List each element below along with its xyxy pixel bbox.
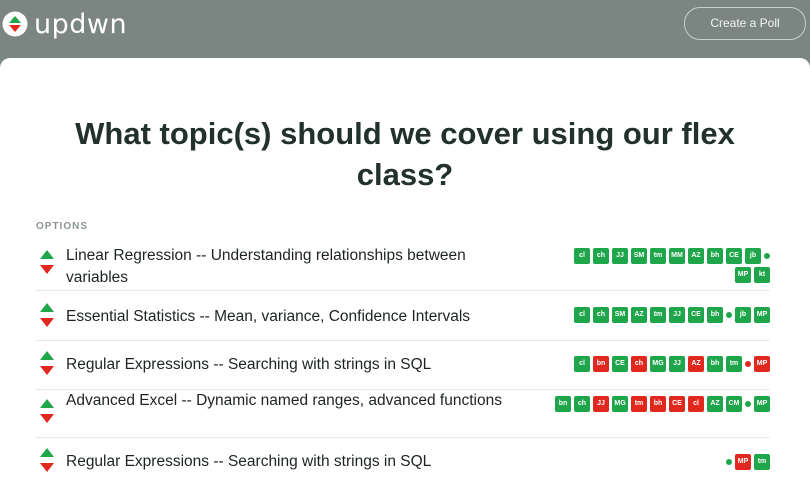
voter-badge: tm xyxy=(754,454,770,470)
voter-badges: cl ch JJ SM tm MM AZ bh CE jb MP kt xyxy=(558,248,770,283)
updwn-logo-icon xyxy=(2,11,28,37)
voter-badge: CE xyxy=(726,248,742,264)
voter-badge: JJ xyxy=(669,307,685,323)
downvote-arrow-icon[interactable] xyxy=(40,463,54,472)
voter-badge: tm xyxy=(650,307,666,323)
voter-dot xyxy=(726,312,732,318)
vote-controls xyxy=(40,250,54,274)
voter-badge: bh xyxy=(707,356,723,372)
voter-badge: AZ xyxy=(631,307,647,323)
option-text: Linear Regression -- Understanding relat… xyxy=(66,247,466,286)
voter-badges: cl bn CE ch MG JJ AZ bh tm MP xyxy=(550,356,770,372)
voter-dot xyxy=(745,401,751,407)
voter-badge: cl xyxy=(574,248,590,264)
voter-badge: CE xyxy=(612,356,628,372)
voter-badge: CM xyxy=(726,396,742,412)
voter-badge: MP xyxy=(754,396,770,412)
upvote-arrow-icon[interactable] xyxy=(40,351,54,360)
voter-badge: MP xyxy=(735,267,751,283)
voter-badge: jb xyxy=(735,307,751,323)
option-row: Linear Regression -- Understanding relat… xyxy=(36,235,770,291)
options-heading: OPTIONS xyxy=(36,221,89,232)
option-row: Regular Expressions -- Searching with st… xyxy=(36,438,770,488)
voter-badge: tm xyxy=(631,396,647,412)
voter-badge: tm xyxy=(650,248,666,264)
poll-card: What topic(s) should we cover using our … xyxy=(0,58,810,493)
voter-badge: tm xyxy=(726,356,742,372)
option-text: Regular Expressions -- Searching with st… xyxy=(66,356,432,373)
option-text: Essential Statistics -- Mean, variance, … xyxy=(66,308,471,325)
voter-badge: JJ xyxy=(669,356,685,372)
voter-badge: MG xyxy=(612,396,628,412)
voter-badge: ch xyxy=(593,248,609,264)
option-row: Regular Expressions -- Searching with st… xyxy=(36,341,770,390)
option-text: Advanced Excel -- Dynamic named ranges, … xyxy=(66,392,502,409)
voter-badge: AZ xyxy=(707,396,723,412)
voter-badge: kt xyxy=(754,267,770,283)
voter-badge: ch xyxy=(593,307,609,323)
vote-controls xyxy=(40,303,54,327)
voter-badge: CE xyxy=(688,307,704,323)
top-bar: updwn Create a Poll xyxy=(0,0,810,58)
downvote-arrow-icon[interactable] xyxy=(40,414,54,423)
voter-badge: cl xyxy=(574,356,590,372)
voter-badge: bh xyxy=(707,307,723,323)
upvote-arrow-icon[interactable] xyxy=(40,399,54,408)
voter-badge: JJ xyxy=(612,248,628,264)
voter-badge: bh xyxy=(650,396,666,412)
voter-badge: bh xyxy=(707,248,723,264)
downvote-arrow-icon[interactable] xyxy=(40,265,54,274)
downvote-arrow-icon[interactable] xyxy=(40,318,54,327)
vote-controls xyxy=(40,399,54,423)
upvote-arrow-icon[interactable] xyxy=(40,250,54,259)
voter-badge: bn xyxy=(593,356,609,372)
downvote-arrow-icon[interactable] xyxy=(40,366,54,375)
voter-badge: MP xyxy=(735,454,751,470)
app-name: updwn xyxy=(34,8,128,40)
voter-badges: MP tm xyxy=(550,454,770,470)
poll-title: What topic(s) should we cover using our … xyxy=(75,116,735,192)
voter-badge: AZ xyxy=(688,248,704,264)
option-text: Regular Expressions -- Searching with st… xyxy=(66,453,432,470)
voter-badge: MP xyxy=(754,356,770,372)
voter-badge: cl xyxy=(688,396,704,412)
voter-badge: MP xyxy=(754,307,770,323)
voter-badge: jb xyxy=(745,248,761,264)
upvote-arrow-icon[interactable] xyxy=(40,448,54,457)
voter-badge: cl xyxy=(574,307,590,323)
voter-badge: ch xyxy=(574,396,590,412)
create-poll-button[interactable]: Create a Poll xyxy=(684,7,806,40)
voter-badge: SM xyxy=(631,248,647,264)
voter-badges: bn ch JJ MG tm bh CE cl AZ CM MP xyxy=(550,396,770,412)
voter-dot xyxy=(764,253,770,259)
voter-badge: ch xyxy=(631,356,647,372)
option-row: Advanced Excel -- Dynamic named ranges, … xyxy=(36,390,770,438)
logo[interactable]: updwn xyxy=(2,8,127,40)
vote-controls xyxy=(40,351,54,375)
voter-badges: cl ch SM AZ tm JJ CE bh jb MP xyxy=(550,307,770,323)
vote-controls xyxy=(40,448,54,472)
voter-badge: MM xyxy=(669,248,685,264)
voter-badge: CE xyxy=(669,396,685,412)
voter-dot xyxy=(745,361,751,367)
voter-badge: SM xyxy=(612,307,628,323)
option-row: Essential Statistics -- Mean, variance, … xyxy=(36,291,770,341)
voter-badge: JJ xyxy=(593,396,609,412)
voter-badge: AZ xyxy=(688,356,704,372)
voter-badge: MG xyxy=(650,356,666,372)
voter-badge: bn xyxy=(555,396,571,412)
voter-dot xyxy=(726,459,732,465)
upvote-arrow-icon[interactable] xyxy=(40,303,54,312)
